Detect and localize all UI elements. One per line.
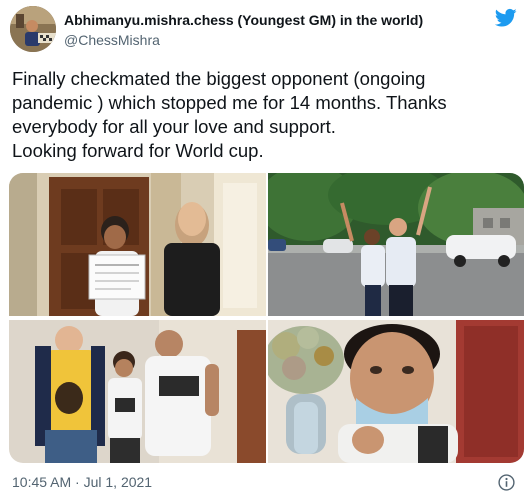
tweet-text-line: pandemic ) which stopped me for 14 month… bbox=[12, 92, 447, 113]
photo-3[interactable] bbox=[9, 320, 266, 463]
photo-1[interactable] bbox=[9, 173, 266, 316]
media-grid bbox=[9, 173, 524, 463]
photo-4[interactable] bbox=[268, 320, 524, 463]
author-display-name[interactable]: Abhimanyu.mishra.chess (Youngest GM) in … bbox=[64, 12, 423, 29]
tweet-card: Abhimanyu.mishra.chess (Youngest GM) in … bbox=[0, 0, 527, 496]
info-circle-icon[interactable] bbox=[498, 474, 515, 491]
tweet-text-line: Looking forward for World cup. bbox=[12, 140, 264, 161]
tweet-text-line: everybody for all your love and support. bbox=[12, 116, 336, 137]
author-handle[interactable]: @ChessMishra bbox=[64, 32, 160, 49]
twitter-bird-icon[interactable] bbox=[494, 8, 517, 28]
avatar[interactable] bbox=[10, 6, 56, 52]
photo-2[interactable] bbox=[268, 173, 524, 316]
tweet-text: Finally checkmated the biggest opponent … bbox=[12, 67, 517, 163]
tweet-text-line: Finally checkmated the biggest opponent … bbox=[12, 68, 426, 89]
tweet-timestamp[interactable]: 10:45 AM · Jul 1, 2021 bbox=[12, 474, 152, 491]
